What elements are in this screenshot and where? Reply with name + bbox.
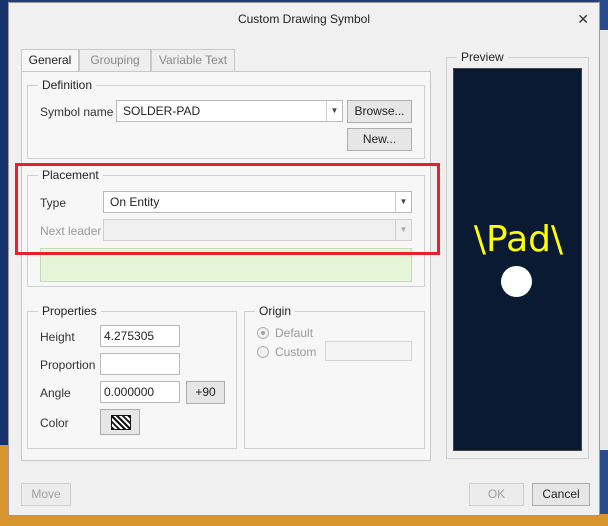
pad-dot-icon — [501, 266, 532, 297]
preview-canvas: \Pad\ — [453, 68, 582, 451]
origin-custom-radio[interactable] — [257, 346, 269, 358]
origin-custom-input[interactable] — [325, 341, 412, 361]
ok-button[interactable]: OK — [469, 483, 524, 506]
color-picker-button[interactable] — [100, 409, 140, 435]
placement-type-combo[interactable]: On Entity ▼ — [103, 191, 412, 213]
browse-button[interactable]: Browse... — [347, 100, 412, 123]
next-leader-combo[interactable]: ▼ — [103, 219, 412, 241]
definition-group-label: Definition — [38, 78, 97, 92]
origin-default-label: Default — [275, 326, 314, 340]
cancel-button[interactable]: Cancel — [532, 483, 590, 506]
tab-general[interactable]: General — [21, 49, 79, 73]
proportion-label: Proportion — [40, 358, 96, 372]
type-label: Type — [40, 196, 67, 210]
height-label: Height — [40, 330, 75, 344]
origin-group-label: Origin — [255, 304, 296, 318]
new-button[interactable]: New... — [347, 128, 412, 151]
origin-custom-label: Custom — [275, 345, 317, 359]
custom-drawing-symbol-dialog: Custom Drawing Symbol ✕ General Grouping… — [8, 2, 600, 516]
preview-group: Preview \Pad\ — [446, 50, 589, 459]
origin-default-radio[interactable] — [257, 327, 269, 339]
origin-group: Origin — [244, 304, 425, 449]
hatch-pattern-icon — [111, 415, 131, 430]
placement-status-area — [40, 248, 412, 282]
close-icon[interactable]: ✕ — [577, 3, 589, 35]
placement-type-value: On Entity — [110, 195, 160, 209]
rotate-90-button[interactable]: +90 — [186, 381, 225, 404]
next-leader-label: Next leader — [40, 224, 102, 238]
height-input[interactable]: 4.275305 — [100, 325, 180, 347]
placement-group-label: Placement — [38, 168, 103, 182]
symbol-name-value: SOLDER-PAD — [123, 104, 201, 118]
properties-group-label: Properties — [38, 304, 101, 318]
chevron-down-icon[interactable]: ▼ — [395, 220, 411, 240]
tab-variable-text[interactable]: Variable Text — [151, 49, 235, 72]
angle-label: Angle — [40, 386, 71, 400]
tab-grouping[interactable]: Grouping — [79, 49, 151, 72]
dialog-titlebar[interactable]: Custom Drawing Symbol — [9, 3, 599, 35]
angle-input[interactable]: 0.000000 — [100, 381, 180, 403]
symbol-name-label: Symbol name — [40, 105, 114, 119]
dialog-title: Custom Drawing Symbol — [237, 12, 371, 26]
symbol-name-combo[interactable]: SOLDER-PAD ▼ — [116, 100, 343, 122]
preview-group-label: Preview — [457, 50, 508, 64]
move-button[interactable]: Move — [21, 483, 71, 506]
chevron-down-icon[interactable]: ▼ — [326, 101, 342, 121]
proportion-input[interactable] — [100, 353, 180, 375]
preview-symbol-text: \Pad\ — [473, 219, 564, 260]
chevron-down-icon[interactable]: ▼ — [395, 192, 411, 212]
color-label: Color — [40, 416, 69, 430]
